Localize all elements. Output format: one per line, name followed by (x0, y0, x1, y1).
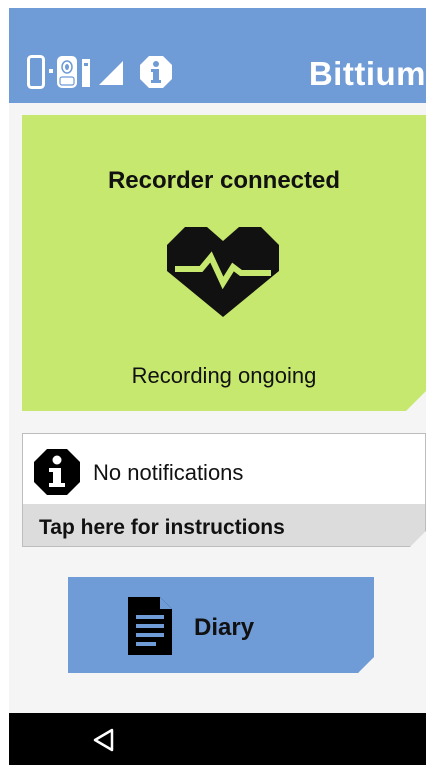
phone-icon (27, 55, 45, 89)
instructions-strip[interactable]: Tap here for instructions (23, 504, 425, 546)
notification-message: No notifications (93, 460, 244, 485)
notifications-card[interactable]: No notifications Tap here for instructio… (22, 433, 426, 547)
info-icon (33, 448, 81, 501)
app-screen: Bittium Recorder connected Recording ong… (0, 0, 426, 765)
link-dot-icon (48, 55, 54, 89)
status-title: Recorder connected (107, 167, 341, 194)
recorder-icon (56, 55, 78, 89)
diary-label: Diary (194, 614, 255, 641)
document-icon (128, 597, 172, 660)
status-icons (27, 52, 173, 92)
heart-ecg-icon (167, 227, 279, 322)
signal-icon (97, 57, 125, 87)
status-subtitle: Recording ongoing (131, 363, 317, 388)
app-bar: Bittium (9, 8, 426, 103)
back-triangle-icon[interactable] (91, 727, 117, 753)
sensor-icon (81, 55, 91, 89)
system-nav-bar (9, 713, 426, 765)
recorder-status-card: Recorder connected Recording ongoing (22, 115, 426, 411)
brand-logo: Bittium (308, 55, 426, 92)
info-icon (139, 55, 173, 89)
diary-button[interactable]: Diary (68, 577, 374, 673)
instructions-link[interactable]: Tap here for instructions (39, 516, 285, 540)
main-content: Recorder connected Recording ongoing No … (9, 103, 426, 713)
notification-row: No notifications (23, 434, 425, 504)
